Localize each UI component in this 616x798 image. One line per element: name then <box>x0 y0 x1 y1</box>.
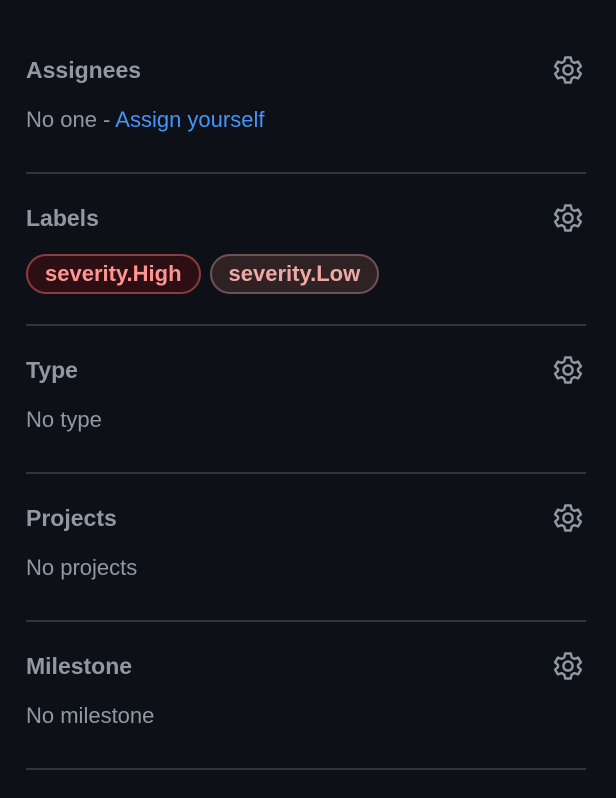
type-settings-button[interactable] <box>550 352 586 388</box>
projects-settings-button[interactable] <box>550 500 586 536</box>
assignees-value: No one - Assign yourself <box>26 104 264 136</box>
type-title: Type <box>26 357 78 383</box>
milestone-header: Milestone <box>26 646 586 686</box>
projects-header: Projects <box>26 498 586 538</box>
labels-header: Labels <box>26 198 586 238</box>
gear-icon <box>553 356 583 384</box>
assignees-header: Assignees <box>26 50 586 90</box>
projects-title: Projects <box>26 505 117 531</box>
divider <box>26 172 586 174</box>
labels-title: Labels <box>26 205 99 231</box>
labels-list: severity.High severity.Low <box>26 254 380 294</box>
assign-yourself-link[interactable]: Assign yourself <box>115 107 264 132</box>
divider <box>26 768 586 770</box>
assignees-title: Assignees <box>26 57 142 83</box>
milestone-value: No milestone <box>26 703 155 728</box>
label-severity-low[interactable]: severity.Low <box>209 254 380 294</box>
label-severity-high[interactable]: severity.High <box>26 254 201 294</box>
milestone-title: Milestone <box>26 653 133 679</box>
projects-value: No projects <box>26 555 138 580</box>
divider <box>26 324 586 326</box>
divider <box>26 472 586 474</box>
type-header: Type <box>26 350 586 390</box>
assignees-empty-text: No one - <box>26 107 116 132</box>
milestone-settings-button[interactable] <box>550 648 586 684</box>
assignees-settings-button[interactable] <box>550 52 586 88</box>
gear-icon <box>553 56 583 84</box>
gear-icon <box>553 204 583 232</box>
divider <box>26 620 586 622</box>
gear-icon <box>553 504 583 532</box>
type-value: No type <box>26 407 102 432</box>
labels-settings-button[interactable] <box>550 200 586 236</box>
gear-icon <box>553 652 583 680</box>
issue-sidebar: Assignees No one - Assign yourself Label… <box>0 0 616 798</box>
